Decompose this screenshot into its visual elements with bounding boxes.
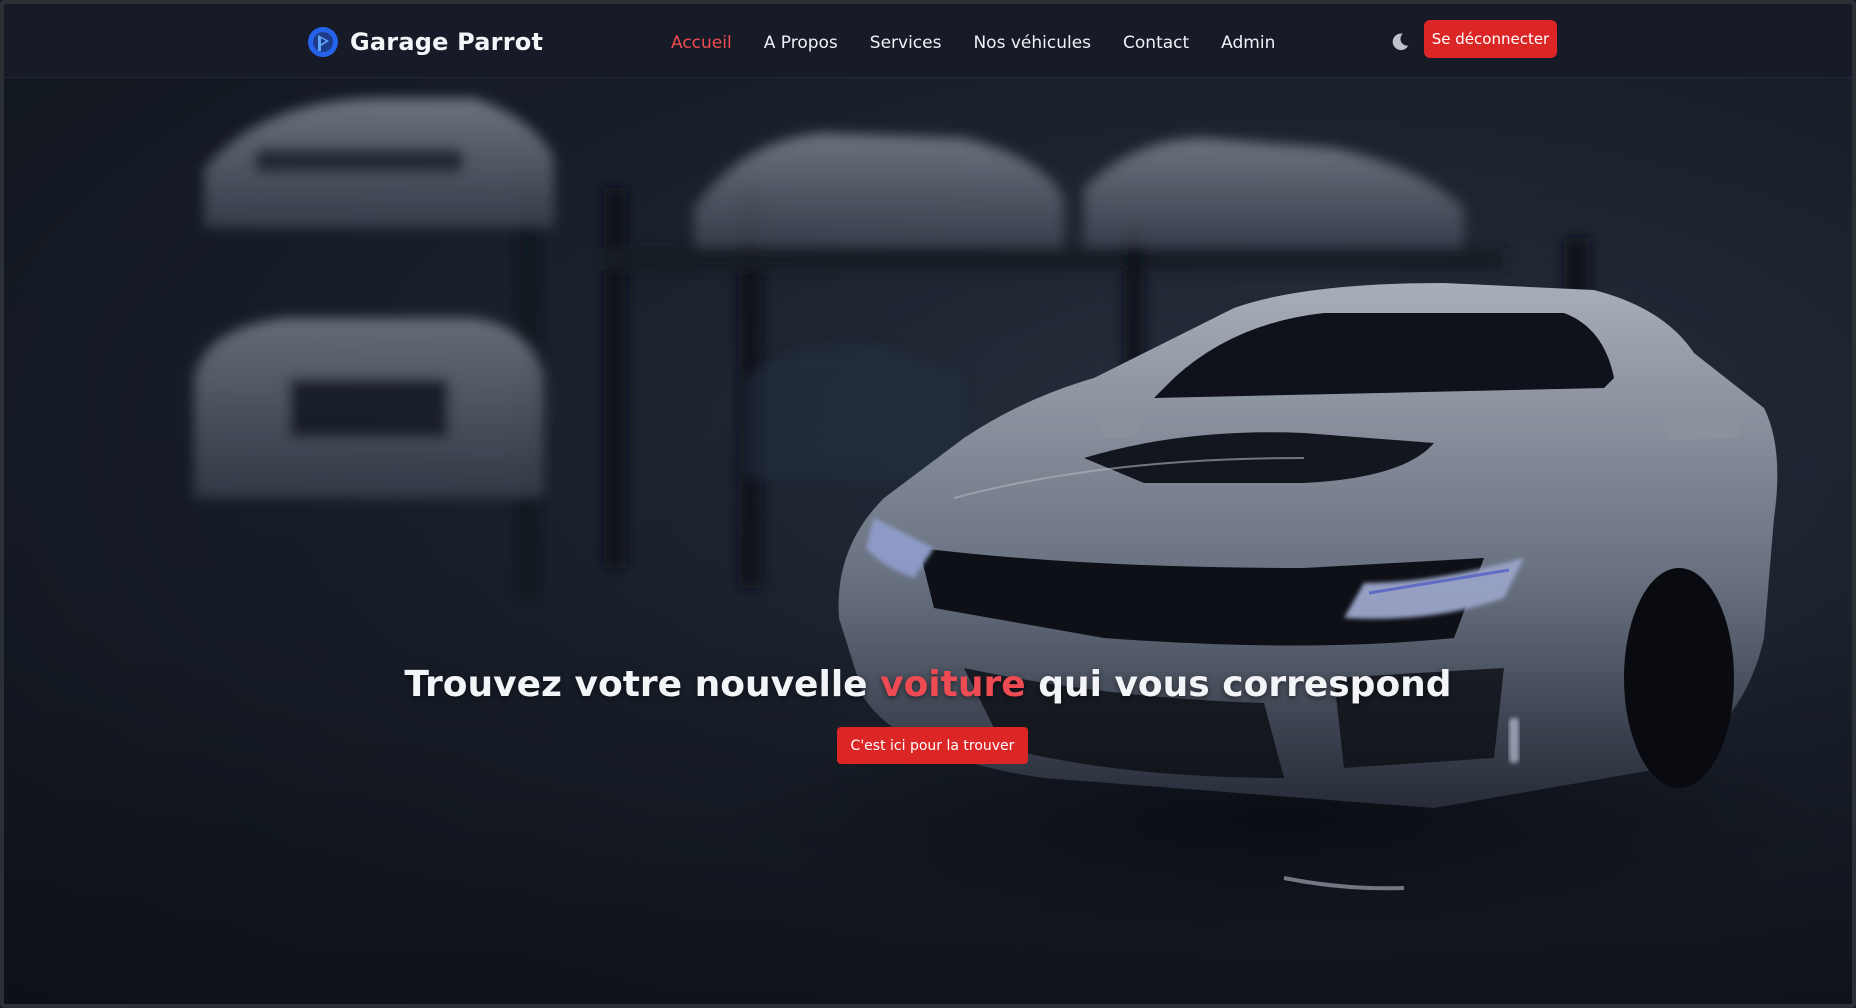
moon-icon[interactable] xyxy=(1389,31,1411,53)
nav-item-accueil[interactable]: Accueil xyxy=(671,32,732,54)
logout-button[interactable]: Se déconnecter xyxy=(1424,20,1557,58)
hero-headline-start: Trouvez votre nouvelle xyxy=(404,664,881,705)
hero-headline-accent: voiture xyxy=(880,664,1026,705)
nav-item-a-propos[interactable]: A Propos xyxy=(764,32,838,54)
main-nav: Accueil A Propos Services Nos véhicules … xyxy=(671,32,1307,54)
brand-name: Garage Parrot xyxy=(350,28,544,56)
brand[interactable]: Garage Parrot xyxy=(307,26,543,58)
nav-item-services[interactable]: Services xyxy=(870,32,942,54)
nav-item-admin[interactable]: Admin xyxy=(1221,32,1275,54)
nav-item-contact[interactable]: Contact xyxy=(1123,32,1189,54)
find-car-button[interactable]: C'est ici pour la trouver xyxy=(837,727,1028,764)
hero-headline: Trouvez votre nouvelle voiture qui vous … xyxy=(4,664,1852,705)
hero-overlay xyxy=(4,78,1852,1004)
hero-headline-end: qui vous correspond xyxy=(1025,664,1452,705)
nav-item-nos-vehicules[interactable]: Nos véhicules xyxy=(973,32,1091,54)
browser-viewport: Garage Parrot Accueil A Propos Services … xyxy=(0,0,1856,1008)
navbar: Garage Parrot Accueil A Propos Services … xyxy=(4,4,1852,78)
parrot-logo-icon xyxy=(308,27,338,57)
hero-section: Trouvez votre nouvelle voiture qui vous … xyxy=(4,78,1852,1004)
